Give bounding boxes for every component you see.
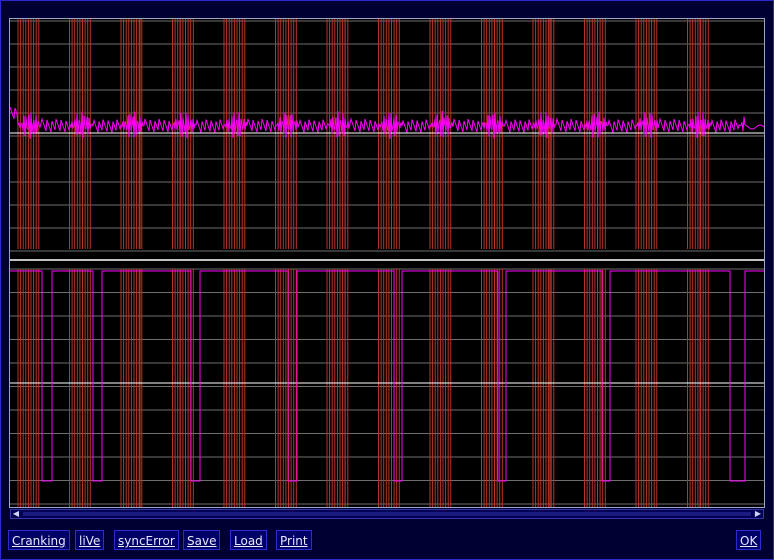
load-button[interactable]: Load (230, 530, 267, 550)
ok-button[interactable]: OK (736, 530, 762, 550)
arrow-left-icon[interactable]: ◀ (11, 509, 21, 519)
toolbar: Cranking liVe syncError Save Load Print … (0, 530, 774, 552)
scrollbar-thumb[interactable] (23, 512, 751, 516)
horizontal-scrollbar[interactable]: ◀ ▶ (10, 509, 764, 519)
cranking-button[interactable]: Cranking (8, 530, 70, 550)
scope-display (9, 18, 765, 508)
sync-error-button[interactable]: syncError (114, 530, 179, 550)
live-button[interactable]: liVe (75, 530, 105, 550)
arrow-right-icon[interactable]: ▶ (753, 509, 763, 519)
save-button[interactable]: Save (183, 530, 221, 550)
print-button[interactable]: Print (276, 530, 312, 550)
